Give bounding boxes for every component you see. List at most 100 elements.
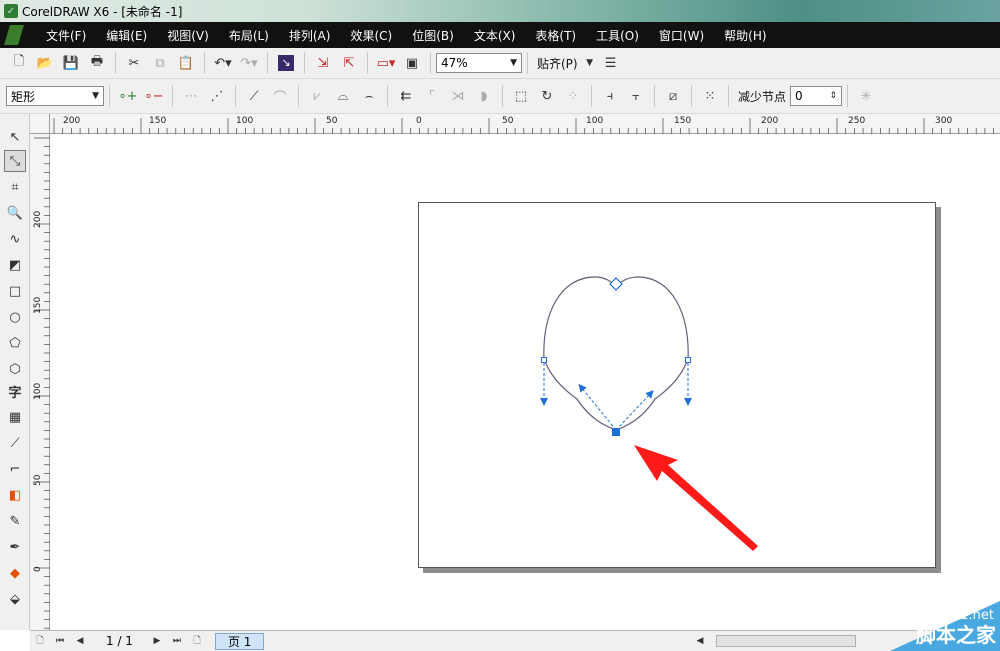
toolbar-separator <box>298 85 299 107</box>
convert-to-line-icon[interactable]: ⟋ <box>243 85 265 107</box>
menu-file[interactable]: 文件(F) <box>36 27 96 44</box>
menu-text[interactable]: 文本(X) <box>464 27 526 44</box>
toolbar-separator <box>387 85 388 107</box>
ruler-label: 300 <box>935 116 953 126</box>
smart-fill-tool-icon[interactable]: ◩ <box>4 254 26 276</box>
zoom-tool-icon[interactable]: 🔍 <box>4 202 26 224</box>
previous-page-icon[interactable]: ◀ <box>72 636 88 646</box>
last-page-icon[interactable]: ⏭ <box>169 636 185 646</box>
break-curve-icon[interactable]: ⋰ <box>206 85 228 107</box>
zoom-level-value: 47% <box>441 56 468 70</box>
selected-node[interactable] <box>612 428 620 436</box>
next-page-icon[interactable]: ▶ <box>149 636 165 646</box>
ruler-label: 100 <box>33 382 43 400</box>
align-nodes-icon[interactable]: ⁘ <box>562 85 584 107</box>
selection-mode-select[interactable]: 矩形 ▼ <box>6 86 104 106</box>
snap-to-button[interactable]: 贴齐(P) <box>537 55 578 72</box>
pick-tool-icon[interactable]: ↖ <box>4 126 26 148</box>
menu-bitmaps[interactable]: 位图(B) <box>402 27 464 44</box>
reduce-nodes-input[interactable]: 0 ⇕ <box>790 86 843 106</box>
rotate-nodes-icon[interactable]: ↻ <box>536 85 558 107</box>
horizontal-ruler[interactable]: 200 150 100 50 0 50 100 150 200 250 300 <box>50 114 1000 134</box>
copy-icon[interactable]: ⧉ <box>149 52 171 74</box>
join-nodes-icon[interactable]: ⋯ <box>180 85 202 107</box>
undo-icon[interactable]: ↶▾ <box>212 52 234 74</box>
page-tab[interactable]: 页 1 <box>214 632 265 650</box>
menu-help[interactable]: 帮助(H) <box>714 27 776 44</box>
symmetrical-node-icon[interactable]: ⌢ <box>358 85 380 107</box>
menu-tools[interactable]: 工具(O) <box>586 27 649 44</box>
text-tool-icon[interactable]: 字 <box>4 380 26 402</box>
mirror-horizontal-icon[interactable]: ⫞ <box>599 85 621 107</box>
menu-window[interactable]: 窗口(W) <box>649 27 714 44</box>
extend-curve-icon[interactable]: ⌜ <box>421 85 443 107</box>
add-page-after-icon[interactable]: 🗋 <box>189 633 205 649</box>
dimension-tool-icon[interactable]: ⟋ <box>4 432 26 454</box>
horizontal-scrollbar[interactable]: ◀ <box>690 633 860 649</box>
polygon-tool-icon[interactable]: ⬠ <box>4 332 26 354</box>
menu-edit[interactable]: 编辑(E) <box>96 27 157 44</box>
cusp-node-icon[interactable]: ⩗ <box>306 85 328 107</box>
ellipse-tool-icon[interactable]: ○ <box>4 306 26 328</box>
curve-node[interactable] <box>685 357 691 363</box>
cut-icon[interactable]: ✂ <box>123 52 145 74</box>
mirror-vertical-icon[interactable]: ⫟ <box>625 85 647 107</box>
curve-object[interactable] <box>543 276 689 431</box>
reverse-direction-icon[interactable]: ⇇ <box>395 85 417 107</box>
smooth-node-icon[interactable]: ⌓ <box>332 85 354 107</box>
shape-tool-icon[interactable]: ⤡ <box>4 150 26 172</box>
curve-node[interactable] <box>541 357 547 363</box>
outline-pen-tool-icon[interactable]: ✒ <box>4 536 26 558</box>
menu-arrange[interactable]: 排列(A) <box>279 27 341 44</box>
convert-to-curve-icon[interactable]: ⌒ <box>269 85 291 107</box>
ruler-origin[interactable] <box>30 114 50 134</box>
scrollbar-thumb[interactable] <box>716 635 856 647</box>
application-launcher-icon[interactable]: ▭▾ <box>375 52 397 74</box>
control-handle[interactable] <box>578 383 617 431</box>
welcome-screen-icon[interactable]: ▣ <box>401 52 423 74</box>
close-curve-icon[interactable]: ◗ <box>473 85 495 107</box>
options-icon[interactable]: ☰ <box>600 52 622 74</box>
crop-tool-icon[interactable]: ⌗ <box>4 176 26 198</box>
delete-node-icon[interactable]: ∘− <box>143 85 165 107</box>
first-page-icon[interactable]: ⏮ <box>52 636 68 646</box>
rectangle-tool-icon[interactable]: □ <box>4 280 26 302</box>
select-all-nodes-icon[interactable]: ⁙ <box>699 85 721 107</box>
fill-tool-icon[interactable]: ◆ <box>4 562 26 584</box>
redo-icon[interactable]: ↷▾ <box>238 52 260 74</box>
interactive-fill-tool-icon[interactable]: ⬙ <box>4 588 26 610</box>
menu-layout[interactable]: 布局(L) <box>219 27 279 44</box>
add-node-icon[interactable]: ∘+ <box>117 85 139 107</box>
connector-tool-icon[interactable]: ⌐ <box>4 458 26 480</box>
paste-icon[interactable]: 📋 <box>175 52 197 74</box>
search-content-icon[interactable]: ↘ <box>275 52 297 74</box>
top-node-marker[interactable] <box>609 277 623 291</box>
open-folder-icon[interactable]: 📂 <box>34 52 56 74</box>
save-icon[interactable]: 💾 <box>60 52 82 74</box>
freehand-tool-icon[interactable]: ∿ <box>4 228 26 250</box>
import-icon[interactable]: ⇲ <box>312 52 334 74</box>
table-tool-icon[interactable]: ▦ <box>4 406 26 428</box>
node-options-icon[interactable]: ✳ <box>855 85 877 107</box>
print-icon[interactable]: 🖶 <box>86 52 108 74</box>
scroll-left-icon[interactable]: ◀ <box>692 636 708 646</box>
drawing-canvas[interactable] <box>50 134 1000 630</box>
new-document-icon[interactable]: 🗋 <box>8 52 30 74</box>
chevron-down-icon[interactable]: ▼ <box>584 52 596 74</box>
add-page-before-icon[interactable]: 🗋 <box>32 633 48 649</box>
vertical-ruler[interactable]: 200 150 100 50 0 <box>30 134 50 630</box>
export-icon[interactable]: ⇱ <box>338 52 360 74</box>
menu-view[interactable]: 视图(V) <box>157 27 219 44</box>
zoom-level-select[interactable]: 47% ▼ <box>436 53 522 73</box>
basic-shapes-tool-icon[interactable]: ⬡ <box>4 358 26 380</box>
menu-table[interactable]: 表格(T) <box>525 27 586 44</box>
blend-tool-icon[interactable]: ◧ <box>4 484 26 506</box>
menu-effects[interactable]: 效果(C) <box>340 27 402 44</box>
ruler-label: 100 <box>236 116 254 126</box>
elastic-mode-icon[interactable]: ⧄ <box>662 85 684 107</box>
stretch-nodes-icon[interactable]: ⬚ <box>510 85 532 107</box>
spinner-icon[interactable]: ⇕ <box>829 91 837 101</box>
toolbar-separator <box>430 52 431 74</box>
extract-subpath-icon[interactable]: ⋊ <box>447 85 469 107</box>
eyedropper-tool-icon[interactable]: ✎ <box>4 510 26 532</box>
